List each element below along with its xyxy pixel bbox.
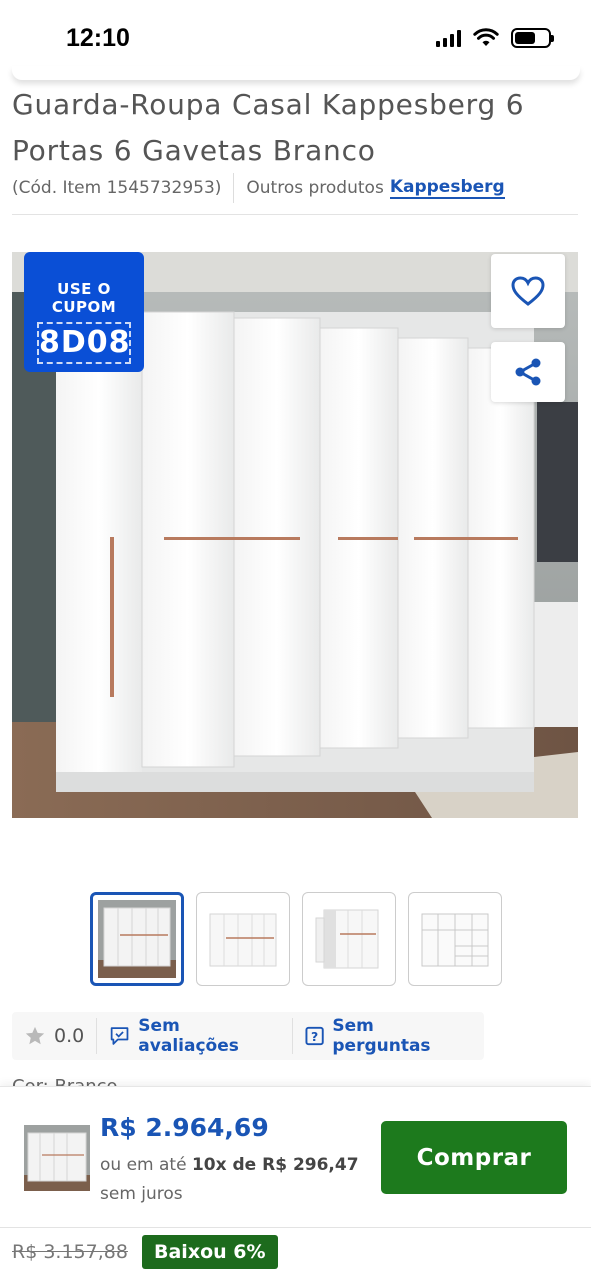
thumbnail-image	[315, 909, 379, 969]
buy-product-thumbnail	[24, 1125, 90, 1191]
heart-icon	[511, 276, 545, 306]
buy-thumbnail-image	[24, 1125, 90, 1191]
product-title: Guarda-Roupa Casal Kappesberg 6 Portas 6…	[12, 88, 525, 167]
thumbnail-image	[421, 913, 489, 967]
status-icons	[436, 28, 554, 48]
star-icon	[25, 1026, 45, 1045]
thumbnail-2[interactable]	[196, 892, 290, 986]
product-main-image[interactable]: USE O CUPOM 8D08	[12, 252, 578, 818]
thumbnail-strip	[90, 892, 502, 986]
product-code: (Cód. Item 1545732953)	[12, 178, 222, 198]
battery-icon	[511, 28, 554, 48]
thumbnail-image	[209, 913, 277, 967]
coupon-label: USE O CUPOM	[51, 280, 117, 316]
meta-divider	[233, 173, 235, 203]
reviews-label: Sem avaliações	[138, 1016, 239, 1056]
question-icon: ?	[305, 1026, 324, 1046]
buy-panel: R$ 2.964,69 ou em até 10x de R$ 296,47 s…	[0, 1086, 591, 1280]
wifi-icon	[473, 28, 499, 46]
brand-link[interactable]: Kappesberg	[389, 177, 505, 199]
panel-divider	[0, 1227, 591, 1228]
installments-text: ou em até 10x de R$ 296,47 sem juros	[100, 1151, 370, 1209]
coupon-code: 8D08	[37, 322, 131, 364]
installment-suffix: sem juros	[100, 1184, 183, 1204]
price: R$ 2.964,69	[100, 1113, 269, 1142]
share-icon	[515, 358, 541, 386]
svg-text:?: ?	[311, 1029, 318, 1044]
price-drop-badge: Baixou 6%	[142, 1235, 278, 1269]
review-chat-icon	[110, 1027, 129, 1045]
questions-label: Sem perguntas	[332, 1016, 431, 1056]
product-meta-row: (Cód. Item 1545732953) Outros produtos K…	[12, 173, 505, 203]
thumbnail-4[interactable]	[408, 892, 502, 986]
thumbnail-3[interactable]	[302, 892, 396, 986]
buy-button[interactable]: Comprar	[381, 1121, 567, 1194]
status-time: 12:10	[66, 24, 130, 52]
thumbnail-1[interactable]	[90, 892, 184, 986]
other-products-label: Outros produtos	[246, 178, 384, 198]
signal-icon	[436, 29, 461, 47]
thumbnail-image	[98, 900, 176, 978]
reviews-link[interactable]: Sem avaliações	[97, 1012, 292, 1060]
questions-link[interactable]: ? Sem perguntas	[293, 1012, 484, 1060]
coupon-badge[interactable]: USE O CUPOM 8D08	[24, 252, 144, 372]
old-price: R$ 3.157,88	[12, 1241, 128, 1263]
favorite-button[interactable]	[491, 254, 565, 328]
rating-cell: 0.0	[12, 1012, 96, 1060]
title-divider	[12, 214, 578, 215]
share-button[interactable]	[491, 342, 565, 402]
installment-amount: 10x de R$ 296,47	[191, 1155, 359, 1175]
rating-bar: 0.0 Sem avaliações ? Sem perguntas	[12, 1012, 484, 1060]
rating-value: 0.0	[54, 1025, 85, 1047]
header-sheet-edge	[12, 66, 580, 80]
installment-prefix: ou em até	[100, 1155, 187, 1175]
